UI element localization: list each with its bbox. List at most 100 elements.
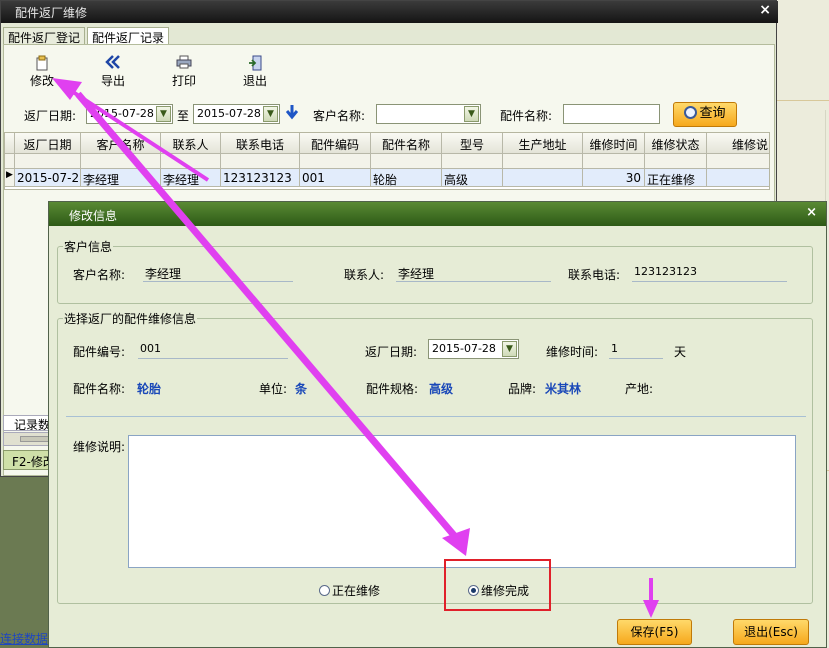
column-header[interactable]: 客户名称: [81, 133, 161, 154]
filter-cell[interactable]: [645, 154, 707, 169]
close-icon[interactable]: ×: [806, 205, 817, 220]
contact-label: 联系人:: [344, 268, 385, 282]
filter-cell[interactable]: [503, 154, 583, 169]
filter-cell[interactable]: [221, 154, 300, 169]
in-repair-radio[interactable]: 正在维修: [319, 582, 380, 599]
part-name-value: 轮胎: [137, 382, 162, 396]
unit-value: 条: [295, 382, 308, 396]
part-code-label: 配件编号:: [73, 345, 126, 359]
table-cell[interactable]: 123123123: [221, 169, 300, 187]
column-header[interactable]: 联系电话: [221, 133, 300, 154]
divider: [66, 416, 806, 417]
date-to-value: 2015-07-28: [197, 107, 261, 120]
column-header[interactable]: 配件编码: [300, 133, 371, 154]
phone-field[interactable]: 123123123: [632, 262, 787, 282]
spec-label: 配件规格:: [366, 382, 419, 396]
return-date-label: 返厂日期:: [24, 109, 77, 123]
filter-cell[interactable]: [371, 154, 442, 169]
search-icon: [684, 106, 698, 119]
table-cell[interactable]: 2015-07-28: [15, 169, 81, 187]
filter-cell[interactable]: [81, 154, 161, 169]
table-cell[interactable]: 高级: [442, 169, 503, 187]
repair-note-textarea[interactable]: [128, 435, 796, 568]
date-to-picker[interactable]: 2015-07-28 ▼: [193, 104, 280, 124]
part-name-label: 配件名称:: [500, 109, 553, 123]
brand-value: 米其林: [545, 382, 582, 396]
arrow-down-icon[interactable]: [285, 104, 299, 123]
part-code-field[interactable]: 001: [138, 339, 288, 359]
chevron-down-icon[interactable]: ▼: [502, 341, 517, 357]
edit-label: 修改: [29, 74, 54, 88]
table-cell[interactable]: [707, 169, 769, 187]
horizontal-scrollbar[interactable]: [3, 432, 53, 446]
desktop-line: [777, 100, 829, 101]
date-from-value: 2015-07-28: [90, 107, 154, 120]
column-header[interactable]: 维修时间: [583, 133, 645, 154]
column-header[interactable]: 维修说: [707, 133, 769, 154]
radio-circle-icon: [319, 585, 330, 596]
repair-time-field[interactable]: 1: [609, 339, 663, 359]
part-name-input[interactable]: [563, 104, 660, 124]
highlight-box: [444, 559, 551, 611]
main-window-title: 配件返厂维修: [15, 6, 88, 20]
table-row[interactable]: ▶ 2015-07-28 李经理 李经理 123123123 001 轮胎 高级…: [5, 169, 769, 187]
f2-edit-button[interactable]: F2-修改: [3, 450, 53, 470]
row-pointer-icon: ▶: [5, 169, 15, 187]
part-repair-title: 选择返厂的配件维修信息: [63, 310, 198, 327]
column-header[interactable]: 联系人: [161, 133, 221, 154]
chevron-down-icon[interactable]: ▼: [464, 106, 479, 122]
main-title-bar: 配件返厂维修 ×: [1, 1, 778, 23]
column-header[interactable]: 返厂日期: [15, 133, 81, 154]
tab-return-register[interactable]: 配件返厂登记: [3, 27, 86, 45]
in-repair-label: 正在维修: [332, 584, 381, 598]
close-icon[interactable]: ×: [759, 2, 771, 18]
exit-button[interactable]: 退出: [241, 55, 269, 89]
filter-cell[interactable]: [707, 154, 769, 169]
return-date-picker[interactable]: 2015-07-28 ▼: [428, 339, 519, 359]
edit-button[interactable]: 修改: [28, 55, 56, 89]
origin-label: 产地:: [625, 382, 654, 396]
column-header[interactable]: 生产地址: [503, 133, 583, 154]
contact-field[interactable]: 李经理: [396, 262, 551, 282]
tab-return-records[interactable]: 配件返厂记录: [87, 27, 170, 45]
date-from-picker[interactable]: 2015-07-28 ▼: [86, 104, 173, 124]
customer-info-group: 客户信息 客户名称: 李经理 联系人: 李经理 联系电话: 123123123: [57, 238, 813, 304]
table-cell[interactable]: 李经理: [81, 169, 161, 187]
table-cell[interactable]: 001: [300, 169, 371, 187]
table-cell[interactable]: 轮胎: [371, 169, 442, 187]
chevron-down-icon[interactable]: ▼: [156, 106, 171, 122]
filter-cell[interactable]: [442, 154, 503, 169]
dialog-title-bar: 修改信息 ×: [49, 202, 826, 226]
table-cell[interactable]: 30: [583, 169, 645, 187]
table-cell[interactable]: 李经理: [161, 169, 221, 187]
filter-cell[interactable]: [161, 154, 221, 169]
save-button[interactable]: 保存(F5): [617, 619, 692, 645]
query-button[interactable]: 查询: [673, 102, 737, 127]
filter-cell[interactable]: [15, 154, 81, 169]
dialog-exit-button[interactable]: 退出(Esc): [733, 619, 809, 645]
scrollbar-thumb[interactable]: [20, 436, 50, 442]
record-count-label: 记录数: [3, 415, 53, 431]
double-chevron-left-icon: [99, 55, 127, 71]
row-indicator-header: [5, 133, 15, 154]
customer-name-select[interactable]: ▼: [376, 104, 481, 124]
unit-label: 单位:: [259, 382, 288, 396]
spec-value: 高级: [429, 382, 454, 396]
brand-label: 品牌:: [508, 382, 537, 396]
table-cell[interactable]: [503, 169, 583, 187]
column-header[interactable]: 维修状态: [645, 133, 707, 154]
column-header[interactable]: 配件名称: [371, 133, 442, 154]
column-header[interactable]: 型号: [442, 133, 503, 154]
customer-info-title: 客户信息: [63, 238, 114, 255]
export-label: 导出: [100, 74, 125, 88]
grid-filter-row: [5, 154, 769, 169]
filter-cell[interactable]: [300, 154, 371, 169]
print-button[interactable]: 打印: [170, 55, 198, 89]
customer-name-label: 客户名称:: [313, 109, 366, 123]
export-button[interactable]: 导出: [99, 55, 127, 89]
table-cell[interactable]: 正在维修: [645, 169, 707, 187]
query-label: 查询: [699, 106, 726, 121]
chevron-down-icon[interactable]: ▼: [263, 106, 278, 122]
filter-cell[interactable]: [583, 154, 645, 169]
customer-name-field[interactable]: 李经理: [143, 262, 293, 282]
